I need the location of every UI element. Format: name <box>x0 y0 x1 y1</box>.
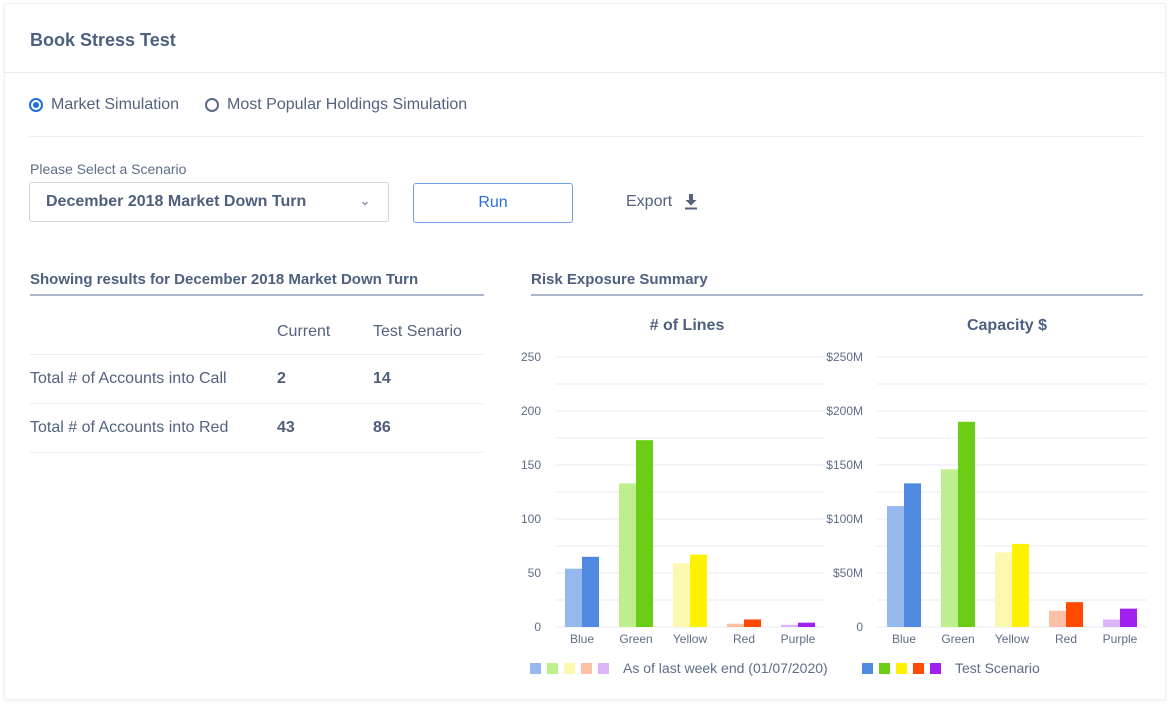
legend-swatch <box>581 662 592 674</box>
y-tick-label: $200M <box>826 404 863 418</box>
bar-purple-last-week <box>781 624 798 627</box>
y-tick-label: $50M <box>833 566 863 580</box>
legend-swatch <box>598 662 609 674</box>
bar-red-test <box>1066 602 1083 627</box>
y-tick-label: 0 <box>534 620 541 634</box>
legend-swatch <box>896 662 907 674</box>
radio-popular-holdings-simulation[interactable]: Most Popular Holdings Simulation <box>205 96 467 114</box>
legend-swatch <box>564 662 575 674</box>
radio-label: Most Popular Holdings Simulation <box>227 96 468 113</box>
legend-label: As of last week end (01/07/2020) <box>623 660 828 676</box>
x-tick-label: Red <box>733 632 755 646</box>
y-tick-label: 100 <box>521 512 541 526</box>
legend-swatch <box>913 662 924 674</box>
x-tick-label: Blue <box>570 632 594 646</box>
bar-red-last-week <box>1049 610 1066 627</box>
legend-test-scenario: Test Scenario <box>862 660 1040 676</box>
stress-test-card: Book Stress Test Market Simulation Most … <box>4 3 1166 700</box>
current-value: 43 <box>277 419 295 436</box>
radio-market-simulation[interactable]: Market Simulation <box>29 96 179 114</box>
x-tick-label: Green <box>941 632 974 646</box>
scenario-label: Please Select a Scenario <box>30 161 187 177</box>
y-tick-label: $150M <box>826 458 863 472</box>
bar-yellow-test <box>1012 543 1029 627</box>
table-row: Total # of Accounts into Call 2 14 <box>30 355 483 404</box>
header-divider <box>5 72 1165 73</box>
legend-swatch <box>862 662 873 674</box>
x-tick-label: Yellow <box>995 632 1030 646</box>
bar-purple-test <box>1120 608 1137 627</box>
x-tick-label: Red <box>1055 632 1077 646</box>
x-tick-label: Green <box>619 632 652 646</box>
legend-swatches <box>862 662 947 674</box>
radio-label: Market Simulation <box>51 96 180 113</box>
y-tick-label: 50 <box>528 566 542 580</box>
bar-purple-last-week <box>1103 619 1120 627</box>
bar-blue-test <box>582 556 599 627</box>
current-value: 2 <box>277 370 286 387</box>
y-tick-label: $250M <box>826 350 863 364</box>
y-tick-label: 200 <box>521 404 541 418</box>
legend-swatch <box>547 662 558 674</box>
risk-title: Risk Exposure Summary <box>531 271 708 288</box>
bar-red-last-week <box>727 623 744 627</box>
simulation-radio-group: Market Simulation Most Popular Holdings … <box>29 96 493 114</box>
bar-yellow-test <box>690 554 707 627</box>
x-tick-label: Yellow <box>673 632 708 646</box>
export-button[interactable]: Export <box>626 193 698 211</box>
chevron-down-icon[interactable]: ⌄ <box>360 194 370 208</box>
radio-unselected-icon[interactable] <box>205 98 220 112</box>
bar-green-last-week <box>941 469 958 627</box>
risk-underline <box>531 294 1143 296</box>
test-value: 86 <box>373 419 391 436</box>
table-header-row: Current Test Senario <box>30 310 483 355</box>
bar-blue-test <box>904 483 921 627</box>
bar-green-last-week <box>619 483 636 627</box>
legend-swatch <box>879 662 890 674</box>
results-title: Showing results for December 2018 Market… <box>30 271 419 288</box>
legend-swatch <box>930 662 941 674</box>
y-tick-label: $100M <box>826 512 863 526</box>
run-button[interactable]: Run <box>413 183 573 223</box>
row-label: Total # of Accounts into Red <box>30 419 229 436</box>
bar-red-test <box>744 619 761 627</box>
capacity-chart: 0 $50M $100M $150M $200M $250M Blue Green Yellow… <box>826 350 1147 646</box>
scenario-select[interactable]: December 2018 Market Down Turn ⌄ <box>29 182 389 222</box>
chart-title-lines: # of Lines <box>649 317 725 334</box>
results-underline <box>30 294 484 296</box>
bar-green-test <box>636 440 653 627</box>
header-cell-test: Test Senario <box>373 323 462 340</box>
legend-label: Test Scenario <box>955 660 1040 676</box>
x-tick-label: Purple <box>1103 632 1138 646</box>
row-label: Total # of Accounts into Call <box>30 370 227 387</box>
divider <box>29 136 1143 137</box>
scenario-selected-value: December 2018 Market Down Turn <box>46 193 307 210</box>
legend-last-week: As of last week end (01/07/2020) <box>530 660 828 676</box>
test-value: 14 <box>373 370 391 387</box>
x-tick-label: Blue <box>892 632 916 646</box>
y-tick-label: 150 <box>521 458 541 472</box>
download-icon <box>685 194 698 210</box>
bar-yellow-last-week <box>995 552 1012 627</box>
table-row: Total # of Accounts into Red 43 86 <box>30 404 483 453</box>
y-tick-label: 250 <box>521 350 541 364</box>
y-tick-label: 0 <box>856 620 863 634</box>
lines-chart: 0 50 100 150 200 250 Blue Green Yellow Red Purple <box>521 350 825 646</box>
chart-title-capacity: Capacity $ <box>966 317 1048 334</box>
bar-green-test <box>958 421 975 627</box>
x-tick-label: Purple <box>781 632 816 646</box>
bar-blue-last-week <box>887 506 904 627</box>
bar-blue-last-week <box>565 568 582 627</box>
bar-yellow-last-week <box>673 563 690 627</box>
legend-swatch <box>530 662 541 674</box>
legend-swatches <box>530 662 615 674</box>
page-title: Book Stress Test <box>30 30 176 50</box>
radio-selected-icon[interactable] <box>29 98 43 112</box>
header-cell-current: Current <box>277 323 331 340</box>
export-label: Export <box>626 193 673 210</box>
results-table: Current Test Senario Total # of Accounts… <box>30 310 483 453</box>
bar-purple-test <box>798 622 815 627</box>
